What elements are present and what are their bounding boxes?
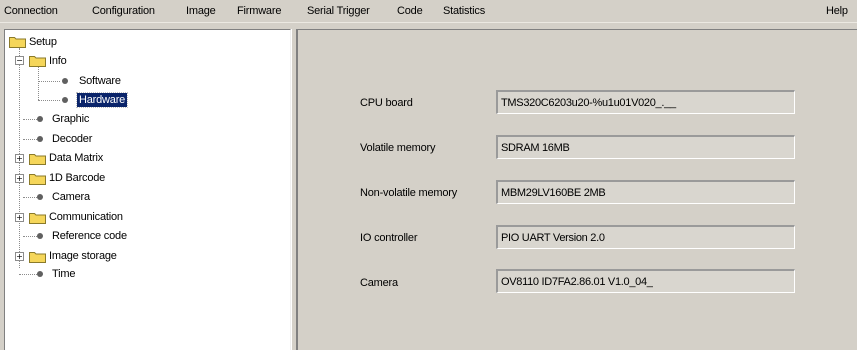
folder-icon bbox=[29, 252, 46, 263]
tree-item-1d-barcode[interactable]: 1D Barcode bbox=[47, 171, 107, 185]
camera-field: OV8110 ID7FA2.86.01 V1.0_04_ bbox=[496, 269, 795, 293]
plus-icon[interactable]: + bbox=[15, 213, 24, 222]
tree-item-graphic[interactable]: Graphic bbox=[50, 112, 91, 126]
folder-icon bbox=[29, 174, 46, 185]
bullet-icon bbox=[37, 233, 43, 239]
tree-item-data-matrix[interactable]: Data Matrix bbox=[47, 151, 105, 165]
non-volatile-memory-field: MBM29LV160BE 2MB bbox=[496, 180, 795, 204]
tree-item-hardware[interactable]: Hardware bbox=[75, 92, 129, 108]
cpu-board-label: CPU board bbox=[360, 97, 413, 109]
tree-connector bbox=[38, 100, 60, 101]
folder-icon bbox=[29, 154, 46, 165]
menu-help[interactable]: Help bbox=[826, 4, 848, 18]
tree-item-software[interactable]: Software bbox=[77, 74, 123, 88]
tree-item-time[interactable]: Time bbox=[50, 267, 77, 281]
menu-statistics[interactable]: Statistics bbox=[443, 4, 485, 18]
tree-item-decoder[interactable]: Decoder bbox=[50, 132, 94, 146]
tree-item-reference-code[interactable]: Reference code bbox=[50, 229, 129, 243]
bullet-icon bbox=[37, 194, 43, 200]
tree-item-info[interactable]: Info bbox=[47, 54, 69, 68]
bullet-icon bbox=[37, 136, 43, 142]
plus-icon[interactable]: + bbox=[15, 154, 24, 163]
tree-connector bbox=[19, 274, 39, 275]
non-volatile-memory-label: Non-volatile memory bbox=[360, 187, 458, 199]
bullet-icon bbox=[37, 116, 43, 122]
tree-item-image-storage[interactable]: Image storage bbox=[47, 249, 119, 263]
folder-icon bbox=[9, 37, 26, 48]
camera-label: Camera bbox=[360, 277, 398, 289]
menu-image[interactable]: Image bbox=[186, 4, 216, 18]
settings-tree-panel[interactable]: Setup − Info Software Hardware Graphic D… bbox=[4, 29, 291, 350]
folder-icon bbox=[29, 56, 46, 67]
menu-firmware[interactable]: Firmware bbox=[237, 4, 281, 18]
menu-configuration[interactable]: Configuration bbox=[92, 4, 155, 18]
volatile-memory-label: Volatile memory bbox=[360, 142, 436, 154]
tree-item-communication[interactable]: Communication bbox=[47, 210, 125, 224]
bullet-icon bbox=[37, 271, 43, 277]
io-controller-label: IO controller bbox=[360, 232, 418, 244]
menu-bar: Connection Configuration Image Firmware … bbox=[0, 0, 857, 23]
menu-connection[interactable]: Connection bbox=[4, 4, 58, 18]
menu-serial-trigger[interactable]: Serial Trigger bbox=[307, 4, 370, 18]
volatile-memory-field: SDRAM 16MB bbox=[496, 135, 795, 159]
plus-icon[interactable]: + bbox=[15, 252, 24, 261]
folder-icon bbox=[29, 213, 46, 224]
tree-connector bbox=[38, 81, 60, 82]
tree-item-setup[interactable]: Setup bbox=[27, 35, 59, 49]
menu-code[interactable]: Code bbox=[397, 4, 423, 18]
plus-icon[interactable]: + bbox=[15, 174, 24, 183]
tree-connector bbox=[38, 67, 39, 100]
bullet-icon bbox=[62, 78, 68, 84]
cpu-board-field: TMS320C6203u20-%u1u01V020_.__ bbox=[496, 90, 795, 114]
io-controller-field: PIO UART Version 2.0 bbox=[496, 225, 795, 249]
tree-item-camera[interactable]: Camera bbox=[50, 190, 92, 204]
hardware-info-panel: CPU board TMS320C6203u20-%u1u01V020_.__ … bbox=[297, 29, 857, 350]
bullet-icon bbox=[62, 97, 68, 103]
minus-icon[interactable]: − bbox=[15, 56, 24, 65]
